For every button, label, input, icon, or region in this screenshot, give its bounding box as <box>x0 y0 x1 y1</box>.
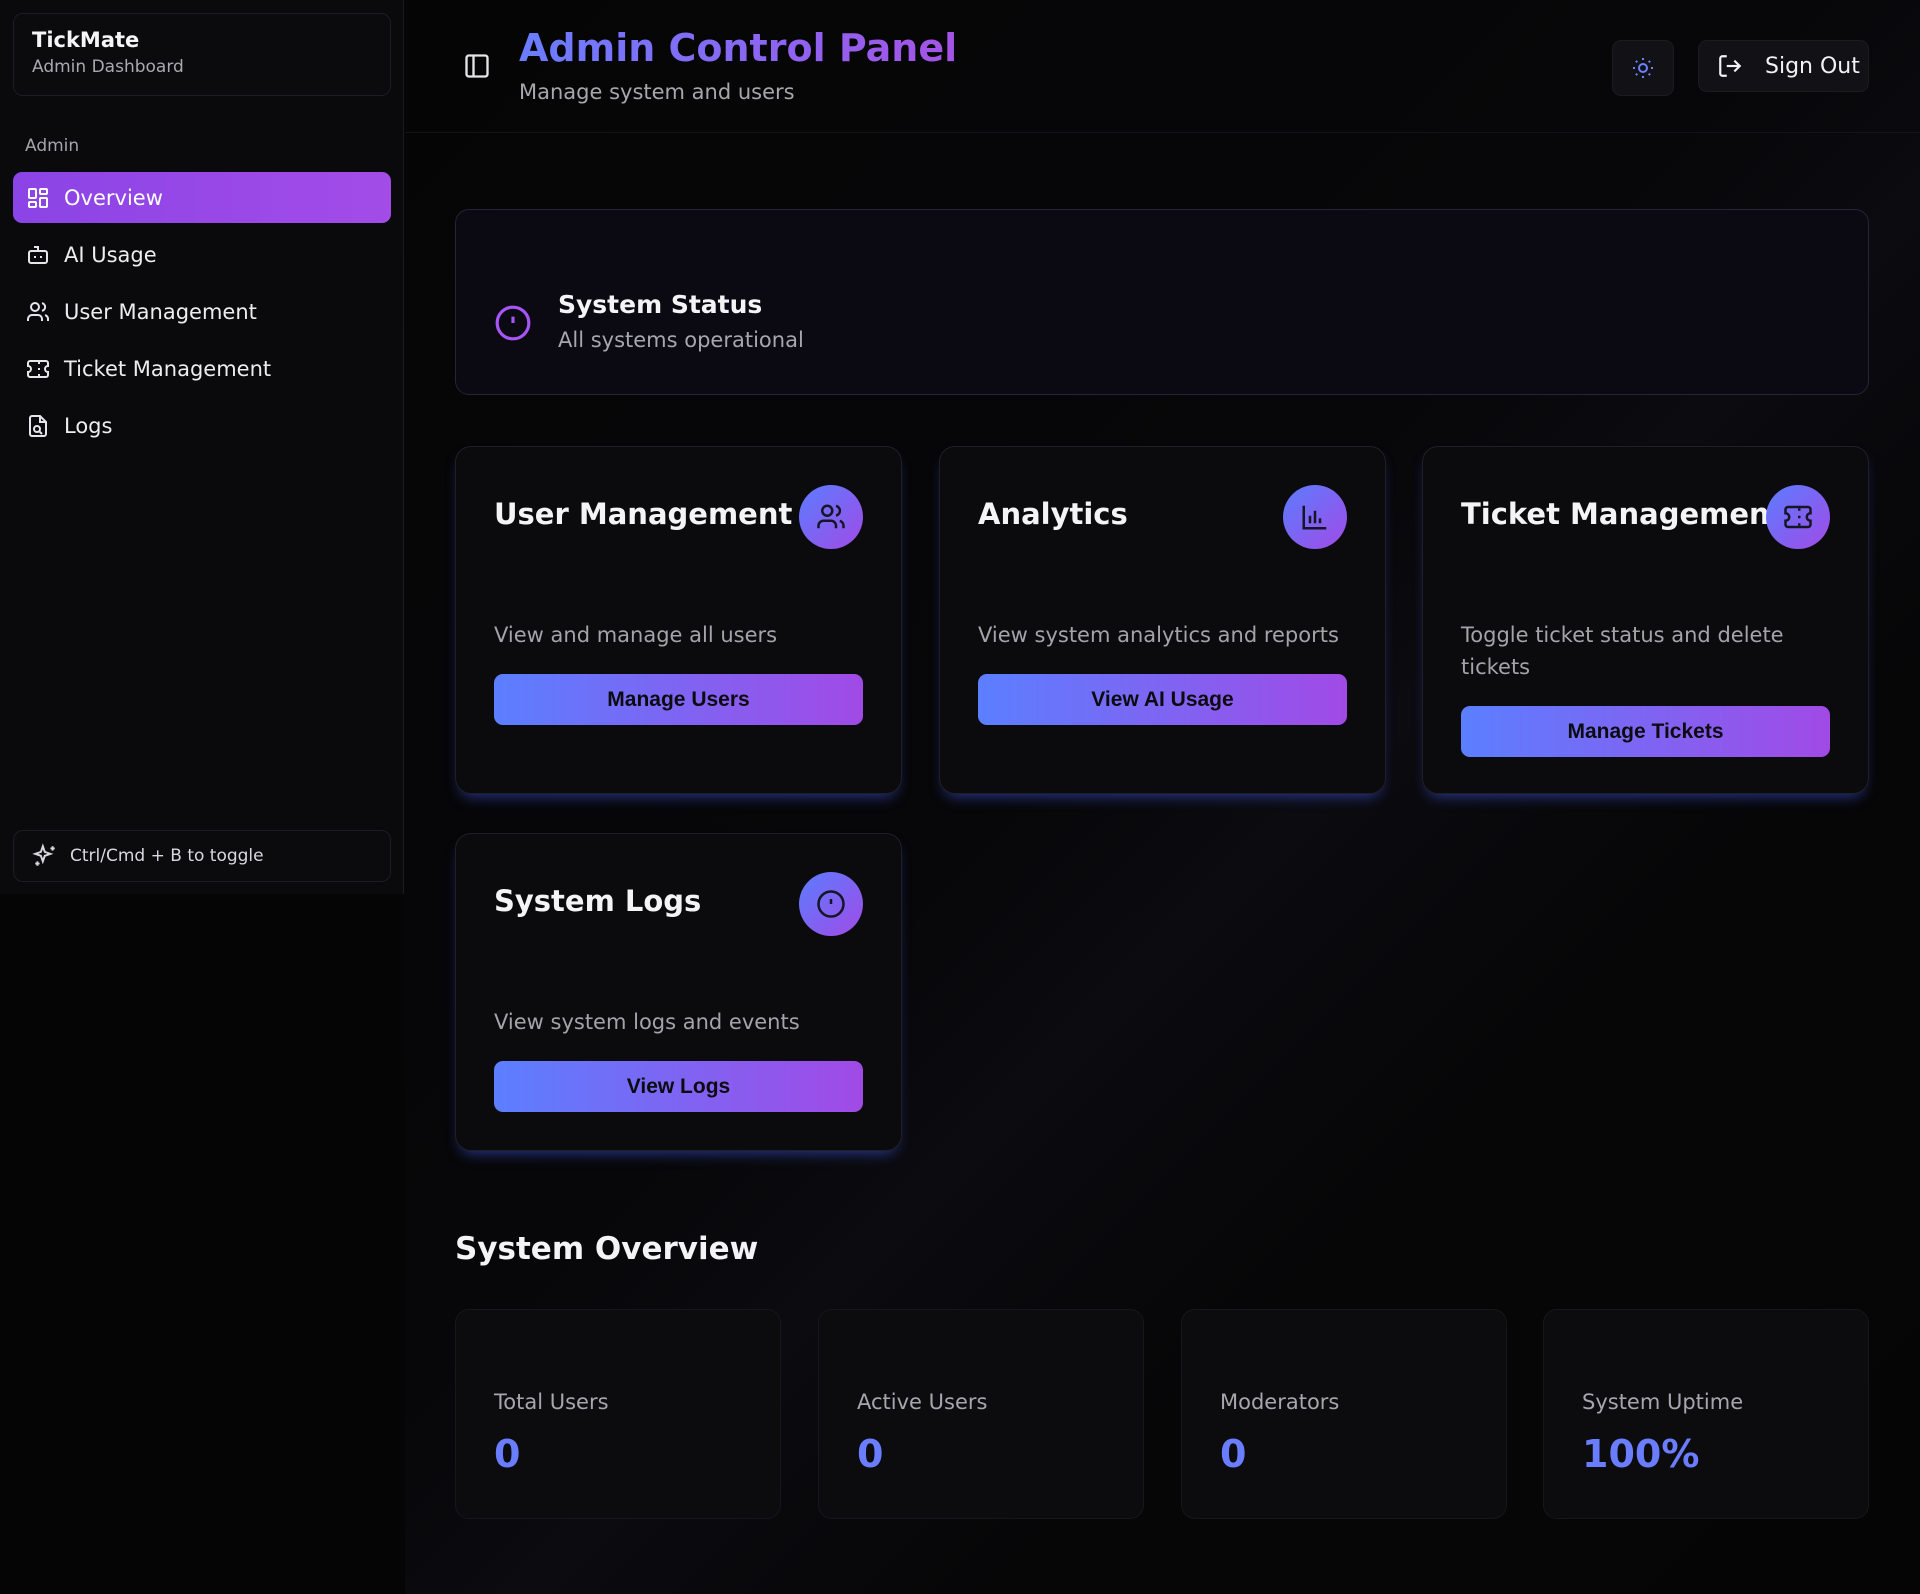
view-ai-usage-button[interactable]: View AI Usage <box>978 674 1347 725</box>
sign-out-button[interactable]: Sign Out <box>1698 40 1869 92</box>
card-title: System Logs <box>494 884 702 918</box>
main-content: Admin Control Panel Manage system and us… <box>405 0 1920 1594</box>
stat-value: 0 <box>1220 1432 1247 1476</box>
sidebar-item-label: Logs <box>64 413 113 438</box>
stat-label: Moderators <box>1220 1390 1340 1414</box>
users-icon <box>799 485 863 549</box>
system-status-card: System Status All systems operational <box>455 209 1869 395</box>
stat-label: Total Users <box>494 1390 609 1414</box>
stat-value: 0 <box>494 1432 521 1476</box>
sidebar-item-label: Ticket Management <box>64 356 272 381</box>
sidebar-toggle-hint[interactable]: Ctrl/Cmd + B to toggle <box>13 830 391 882</box>
bot-icon <box>26 243 50 267</box>
users-icon <box>26 300 50 324</box>
analytics-card: Analytics View system analytics and repo… <box>939 446 1386 794</box>
toggle-hint-text: Ctrl/Cmd + B to toggle <box>70 846 264 866</box>
ticket-icon <box>26 357 50 381</box>
card-title: Ticket Management <box>1461 497 1784 531</box>
brand-name: TickMate <box>32 28 140 52</box>
sidebar-item-ai-usage[interactable]: AI Usage <box>13 229 391 280</box>
stat-label: Active Users <box>857 1390 988 1414</box>
brand-block[interactable]: TickMate Admin Dashboard <box>13 13 391 96</box>
grid-icon <box>26 186 50 210</box>
page-title: Admin Control Panel <box>519 26 958 70</box>
card-title: Analytics <box>978 497 1128 531</box>
stat-value: 100% <box>1582 1432 1700 1476</box>
stat-card-total-users: Total Users 0 <box>455 1309 781 1519</box>
card-description: Toggle ticket status and delete tickets <box>1461 623 1784 679</box>
theme-toggle-button[interactable] <box>1612 40 1674 96</box>
stat-card-moderators: Moderators 0 <box>1181 1309 1507 1519</box>
manage-users-button[interactable]: Manage Users <box>494 674 863 725</box>
sidebar-item-user-management[interactable]: User Management <box>13 286 391 337</box>
sidebar-item-label: Overview <box>64 185 163 210</box>
card-description: View system analytics and reports <box>978 623 1339 647</box>
file-search-icon <box>26 414 50 438</box>
log-out-icon <box>1717 53 1743 79</box>
panel-left-icon <box>465 54 489 78</box>
sidebar-item-ticket-management[interactable]: Ticket Management <box>13 343 391 394</box>
sidebar-item-logs[interactable]: Logs <box>13 400 391 451</box>
ticket-icon <box>1766 485 1830 549</box>
status-title: System Status <box>558 290 763 319</box>
bar-chart-icon <box>1283 485 1347 549</box>
alert-circle-icon <box>494 304 532 342</box>
sparkles-icon <box>32 843 58 869</box>
ticket-management-card: Ticket Management Toggle ticket status a… <box>1422 446 1869 794</box>
manage-tickets-button[interactable]: Manage Tickets <box>1461 706 1830 757</box>
user-management-card: User Management View and manage all user… <box>455 446 902 794</box>
page-subtitle: Manage system and users <box>519 80 795 104</box>
stat-card-active-users: Active Users 0 <box>818 1309 1144 1519</box>
stat-value: 0 <box>857 1432 884 1476</box>
card-title: User Management <box>494 497 793 531</box>
sidebar-nav: Overview AI Usage User Management Ticket… <box>13 172 391 457</box>
brand-subtitle: Admin Dashboard <box>32 57 184 77</box>
sidebar-toggle-button[interactable] <box>463 52 491 80</box>
sidebar: TickMate Admin Dashboard Admin Overview … <box>0 0 404 894</box>
sun-icon <box>1633 58 1653 78</box>
view-logs-button[interactable]: View Logs <box>494 1061 863 1112</box>
sidebar-item-label: User Management <box>64 299 257 324</box>
sign-out-label: Sign Out <box>1765 53 1860 79</box>
sidebar-group-label: Admin <box>25 136 80 156</box>
alert-circle-icon <box>799 872 863 936</box>
system-overview-title: System Overview <box>455 1231 759 1267</box>
stat-card-system-uptime: System Uptime 100% <box>1543 1309 1869 1519</box>
top-bar: Admin Control Panel Manage system and us… <box>405 0 1920 133</box>
card-description: View system logs and events <box>494 1010 800 1034</box>
sidebar-item-label: AI Usage <box>64 242 157 267</box>
stat-label: System Uptime <box>1582 1390 1744 1414</box>
sidebar-item-overview[interactable]: Overview <box>13 172 391 223</box>
card-description: View and manage all users <box>494 623 778 647</box>
system-logs-card: System Logs View system logs and events … <box>455 833 902 1151</box>
status-text: All systems operational <box>558 328 804 352</box>
